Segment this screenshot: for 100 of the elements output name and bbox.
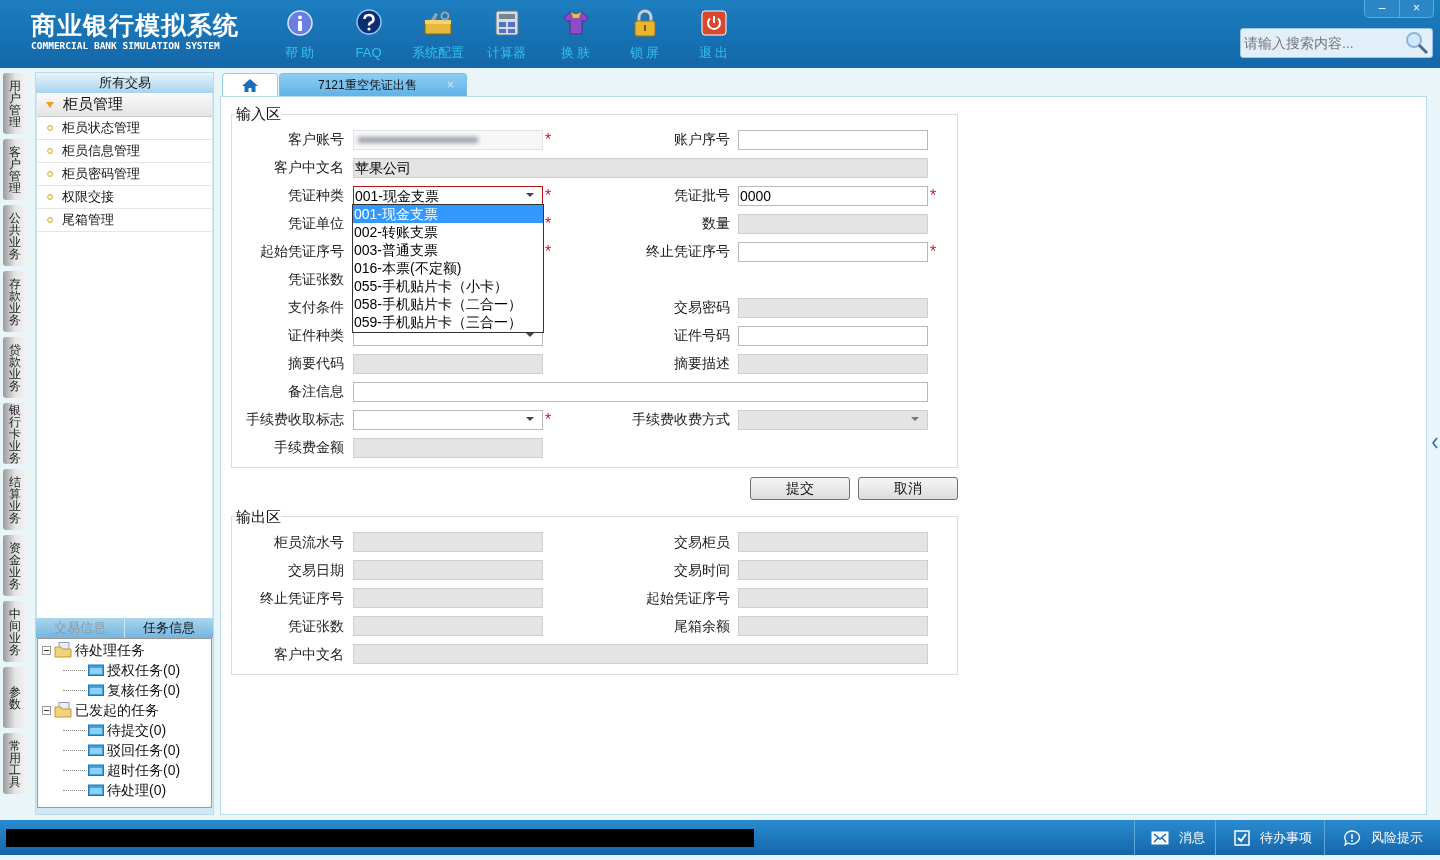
dropdown-option[interactable]: 003-普通支票 <box>353 240 543 259</box>
info-icon <box>286 10 313 36</box>
menu-item[interactable]: 柜员密码管理 <box>37 163 212 186</box>
dropdown-option[interactable]: 058-手机贴片卡（二合一） <box>353 294 543 313</box>
side-tab[interactable]: 用户管理 <box>3 73 27 134</box>
power-icon <box>700 10 727 36</box>
padlock-icon <box>632 9 657 37</box>
field-label: 摘要代码 <box>287 354 344 373</box>
required-mark: * <box>545 187 552 204</box>
required-mark: * <box>930 243 937 260</box>
home-icon <box>241 77 259 93</box>
toolbox-icon <box>422 10 453 36</box>
minimize-button[interactable]: – <box>1365 0 1399 17</box>
collapse-handle-icon[interactable] <box>1432 436 1438 450</box>
field-label: 起始凭证序号 <box>259 242 344 261</box>
masked-input-field[interactable] <box>353 129 543 150</box>
dropdown-caret-icon <box>911 417 919 422</box>
field-label: 终止凭证序号 <box>259 588 344 608</box>
section-title: 输出区 <box>236 506 281 527</box>
dropdown-caret-icon <box>526 193 534 198</box>
bullet-icon <box>47 194 53 200</box>
tree-item[interactable]: 超时任务(0) <box>107 759 181 781</box>
collapse-icon[interactable] <box>42 645 51 655</box>
folder-icon <box>88 664 104 676</box>
checkbox-icon <box>1234 829 1250 846</box>
field-label: 凭证种类 <box>287 186 344 205</box>
side-tab[interactable]: 公共业务 <box>3 205 27 266</box>
status-button[interactable]: 消息 <box>1134 820 1215 855</box>
folder-icon <box>88 784 104 796</box>
side-tab[interactable]: 结算业务 <box>3 469 27 530</box>
tree-item[interactable]: 待提交(0) <box>107 719 167 741</box>
field-label: 柜员流水号 <box>273 532 344 552</box>
select-field[interactable]: 001-现金支票 <box>353 185 543 206</box>
input-field[interactable] <box>738 325 928 346</box>
menu-item[interactable]: 柜员信息管理 <box>37 140 212 163</box>
folder-icon <box>88 764 104 776</box>
input-field[interactable]: 0000 <box>738 185 928 206</box>
select-field[interactable] <box>353 409 543 430</box>
field-label: 客户中文名 <box>273 644 344 664</box>
field-label: 手续费收费方式 <box>631 410 730 429</box>
side-tab[interactable]: 存款业务 <box>3 271 27 332</box>
field-label: 凭证张数 <box>287 616 344 636</box>
input-field[interactable] <box>738 241 928 262</box>
field-label: 手续费金额 <box>273 438 344 457</box>
field-label: 终止凭证序号 <box>645 242 730 261</box>
app-subtitle: COMMERCIAL BANK SIMULATION SYSTEM <box>31 40 221 52</box>
field-label: 交易时间 <box>673 560 730 580</box>
caret-icon <box>46 101 54 108</box>
menu-item[interactable]: 权限交接 <box>37 186 212 209</box>
side-tab[interactable]: 客户管理 <box>3 139 27 200</box>
dropdown-option[interactable]: 055-手机贴片卡（小卡） <box>353 276 543 295</box>
input-field[interactable] <box>738 129 928 150</box>
required-mark: * <box>545 215 552 232</box>
side-tab[interactable]: 资金业务 <box>3 535 27 596</box>
home-tab[interactable] <box>222 73 278 96</box>
tree-item[interactable]: 待处理(0) <box>107 779 167 801</box>
dropdown-option[interactable]: 059-手机贴片卡（三合一） <box>353 312 543 331</box>
field-label: 客户账号 <box>287 130 344 149</box>
app-title: 商业银行模拟系统 <box>31 10 240 40</box>
menu-group-header[interactable]: 柜员管理 <box>37 93 212 117</box>
search-field[interactable]: 请输入搜索内容... <box>1240 28 1433 58</box>
field-label: 摘要描述 <box>673 354 730 373</box>
collapse-icon[interactable] <box>42 705 51 715</box>
folder-icon <box>88 744 104 756</box>
shirt-icon <box>561 10 590 36</box>
menu-item[interactable]: 尾箱管理 <box>37 209 212 232</box>
side-tab[interactable]: 常用工具 <box>3 733 27 794</box>
document-tab[interactable]: 7121重空凭证出售 × <box>279 73 467 96</box>
search-icon[interactable] <box>1405 31 1429 55</box>
side-tab[interactable]: 贷款业务 <box>3 337 27 398</box>
field-label: 数量 <box>701 214 730 233</box>
input-field[interactable] <box>353 381 928 402</box>
side-tab[interactable]: 中间业务 <box>3 601 27 662</box>
menu-item[interactable]: 柜员状态管理 <box>37 117 212 140</box>
field-label: 备注信息 <box>287 382 344 401</box>
side-tab[interactable]: 参数 <box>3 667 27 728</box>
dropdown-option[interactable]: 002-转账支票 <box>353 222 543 241</box>
bullet-icon <box>47 148 53 154</box>
status-button[interactable]: 待办事项 <box>1215 820 1324 855</box>
tree-item[interactable]: 授权任务(0) <box>107 659 181 681</box>
form-button[interactable]: 取消 <box>858 476 958 500</box>
form-button[interactable]: 提交 <box>750 476 850 500</box>
required-mark: * <box>545 131 552 148</box>
close-button[interactable]: × <box>1399 0 1433 17</box>
side-tab[interactable]: 银行卡业务 <box>3 403 27 464</box>
calculator-icon <box>494 10 519 36</box>
folder-icon <box>88 724 104 736</box>
required-mark: * <box>545 411 552 428</box>
tree-item[interactable]: 驳回任务(0) <box>107 739 181 761</box>
required-mark: * <box>930 187 937 204</box>
help-icon <box>354 9 383 37</box>
dropdown-option[interactable]: 016-本票(不定额) <box>353 258 543 277</box>
tree-item[interactable]: 复核任务(0) <box>107 679 181 701</box>
tree-item[interactable]: 已发起的任务 <box>75 699 159 721</box>
status-button[interactable]: 风险提示 <box>1324 820 1440 855</box>
tree-item[interactable]: 待处理任务 <box>75 639 145 661</box>
field-label: 手续费收取标志 <box>245 410 344 429</box>
field-label: 凭证单位 <box>287 214 344 233</box>
folder-icon <box>88 684 104 696</box>
dropdown-caret-icon <box>526 417 534 422</box>
